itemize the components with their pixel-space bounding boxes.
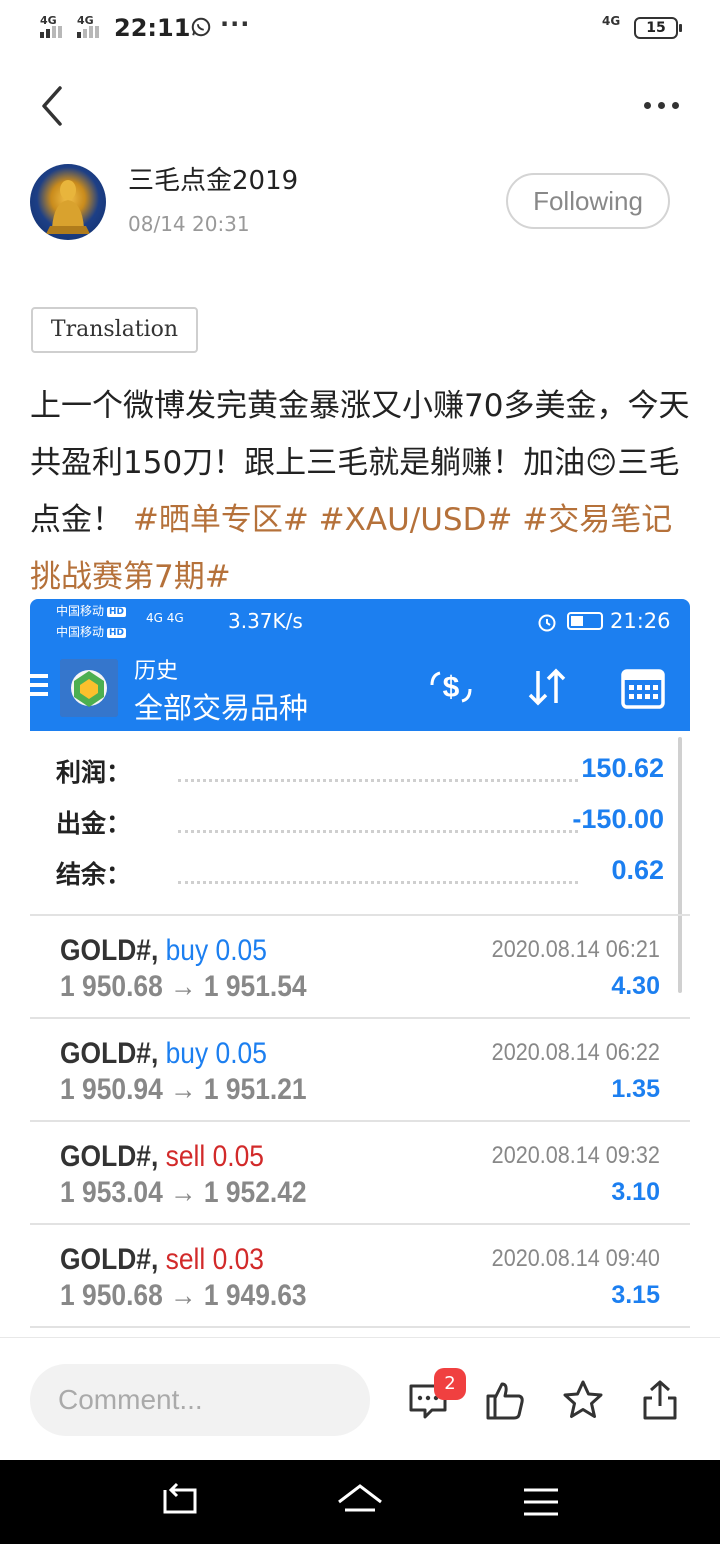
- trade-date: 2020.08.14 06:22: [491, 1039, 660, 1066]
- battery-icon: 15: [634, 17, 682, 39]
- trade-volume: 0.05: [212, 1140, 264, 1173]
- trade-row: GOLD#, sell 0.05 1 953.04 → 1 952.42 202…: [30, 1120, 690, 1223]
- hd-badge: HD: [107, 607, 127, 617]
- like-icon[interactable]: [483, 1378, 527, 1422]
- trade-symbol: GOLD#,: [60, 1243, 159, 1276]
- trade-row: GOLD#, buy 0.05 1 950.94 → 1 951.21 2020…: [30, 1017, 690, 1120]
- carrier-label: 中国移动: [56, 604, 105, 618]
- trade-side: buy: [165, 934, 209, 967]
- post-time: 08/14 20:31: [128, 212, 250, 236]
- hashtag-link[interactable]: #晒单专区#: [133, 502, 309, 538]
- signal-icon-2: [77, 26, 99, 38]
- buddha-avatar-image: [46, 180, 90, 234]
- trade-symbol: GOLD#,: [60, 1037, 159, 1070]
- summary-row-profit: 利润： 150.62: [56, 753, 664, 793]
- embedded-app-header: 中国移动 HD 中国移动 HD 4G 4G 3.37K/s 21:26 历史 全部交…: [30, 599, 690, 731]
- status-bar: 4G 4G 22:11 ··· 4G 15: [0, 0, 720, 56]
- embedded-clock: 21:26: [610, 609, 671, 633]
- all-symbols-label: 全部交易品种: [134, 691, 309, 725]
- account-summary: 利润： 150.62 出金： -150.00 结余： 0.62: [30, 731, 690, 914]
- trade-profit: 3.15: [611, 1281, 660, 1309]
- network-speed: 3.37K/s: [228, 609, 303, 633]
- dot-icon: [644, 101, 651, 109]
- trade-prices: 1 950.68 → 1 949.63: [60, 1279, 307, 1312]
- share-icon[interactable]: [638, 1378, 682, 1422]
- following-button[interactable]: Following: [506, 173, 670, 229]
- signal-icon-1: [40, 26, 62, 38]
- comment-input[interactable]: Comment...: [30, 1364, 370, 1436]
- translation-button[interactable]: Translation: [31, 307, 198, 353]
- comment-bar: Comment... 2: [0, 1337, 720, 1460]
- dotted-leader: [178, 779, 578, 782]
- summary-value: 150.62: [581, 753, 664, 783]
- trade-side: sell: [165, 1243, 206, 1276]
- trade-volume: 0.03: [212, 1243, 264, 1276]
- trade-profit: 3.10: [611, 1178, 660, 1206]
- recents-menu-icon[interactable]: [516, 1480, 566, 1524]
- carrier-label: 中国移动: [56, 625, 105, 639]
- alarm-icon: [538, 614, 556, 632]
- trade-row: GOLD#, sell 0.03 1 950.68 → 1 949.63 202…: [30, 1223, 690, 1326]
- trade-side: buy: [165, 1037, 209, 1070]
- whatsapp-icon: [191, 17, 211, 37]
- trade-prices: 1 950.94 → 1 951.21: [60, 1073, 307, 1106]
- avatar[interactable]: [30, 164, 106, 240]
- trade-volume: 0.05: [215, 934, 267, 967]
- trade-side: sell: [165, 1140, 206, 1173]
- hamburger-menu-icon: [30, 674, 48, 698]
- summary-value: -150.00: [572, 804, 664, 834]
- trade-date: 2020.08.14 09:32: [491, 1142, 660, 1169]
- trade-date: 2020.08.14 09:40: [491, 1245, 660, 1272]
- trade-date: 2020.08.14 06:21: [491, 936, 660, 963]
- favorite-star-icon[interactable]: [561, 1378, 605, 1422]
- dotted-leader: [178, 881, 578, 884]
- summary-label: 利润：: [56, 758, 132, 787]
- trade-symbol: GOLD#,: [60, 934, 159, 967]
- home-nav-icon[interactable]: [335, 1480, 385, 1524]
- trade-prices: 1 953.04 → 1 952.42: [60, 1176, 307, 1209]
- post-body: 上一个微博发完黄金暴涨又小赚70多美金，今天共盈利150刀！跟上三毛就是躺赚！加…: [30, 378, 690, 606]
- author-name[interactable]: 三毛点金2019: [128, 160, 298, 197]
- notification-more: ···: [220, 10, 251, 38]
- trade-volume: 0.05: [215, 1037, 267, 1070]
- sort-icon: [528, 668, 566, 706]
- hashtag-link[interactable]: #XAU/USD#: [319, 502, 513, 538]
- metatrader-logo-icon: [60, 659, 118, 717]
- system-nav-bar: [0, 1460, 720, 1544]
- trade-profit: 1.35: [611, 1075, 660, 1103]
- summary-row-balance: 结余： 0.62: [56, 855, 664, 895]
- comment-count-badge: 2: [434, 1368, 466, 1400]
- trade-row: GOLD#, buy 0.05 1 950.68 → 1 951.54 2020…: [30, 914, 690, 1017]
- embedded-battery-icon: [567, 612, 603, 630]
- dotted-leader: [178, 830, 578, 833]
- trade-prices: 1 950.68 → 1 951.54: [60, 970, 307, 1003]
- network-type-right: 4G: [602, 14, 621, 28]
- dot-icon: [672, 101, 679, 109]
- svg-text:$: $: [443, 671, 460, 704]
- currency-exchange-icon: $: [430, 671, 472, 704]
- trade-profit: 4.30: [611, 972, 660, 1000]
- dot-icon: [658, 101, 665, 109]
- summary-row-withdrawal: 出金： -150.00: [56, 804, 664, 844]
- more-options-button[interactable]: [644, 90, 694, 120]
- summary-label: 出金：: [56, 809, 132, 838]
- embedded-signal-label: 4G 4G: [146, 611, 184, 625]
- trade-symbol: GOLD#,: [60, 1140, 159, 1173]
- clock: 22:11: [114, 14, 191, 42]
- calendar-icon: [621, 669, 665, 709]
- summary-label: 结余：: [56, 860, 132, 889]
- back-nav-icon[interactable]: [155, 1480, 205, 1524]
- history-label: 历史: [134, 659, 179, 684]
- hd-badge: HD: [107, 628, 127, 638]
- post-image[interactable]: 中国移动 HD 中国移动 HD 4G 4G 3.37K/s 21:26 历史 全部交…: [30, 599, 690, 1341]
- back-button[interactable]: [34, 82, 74, 130]
- summary-value: 0.62: [611, 855, 664, 885]
